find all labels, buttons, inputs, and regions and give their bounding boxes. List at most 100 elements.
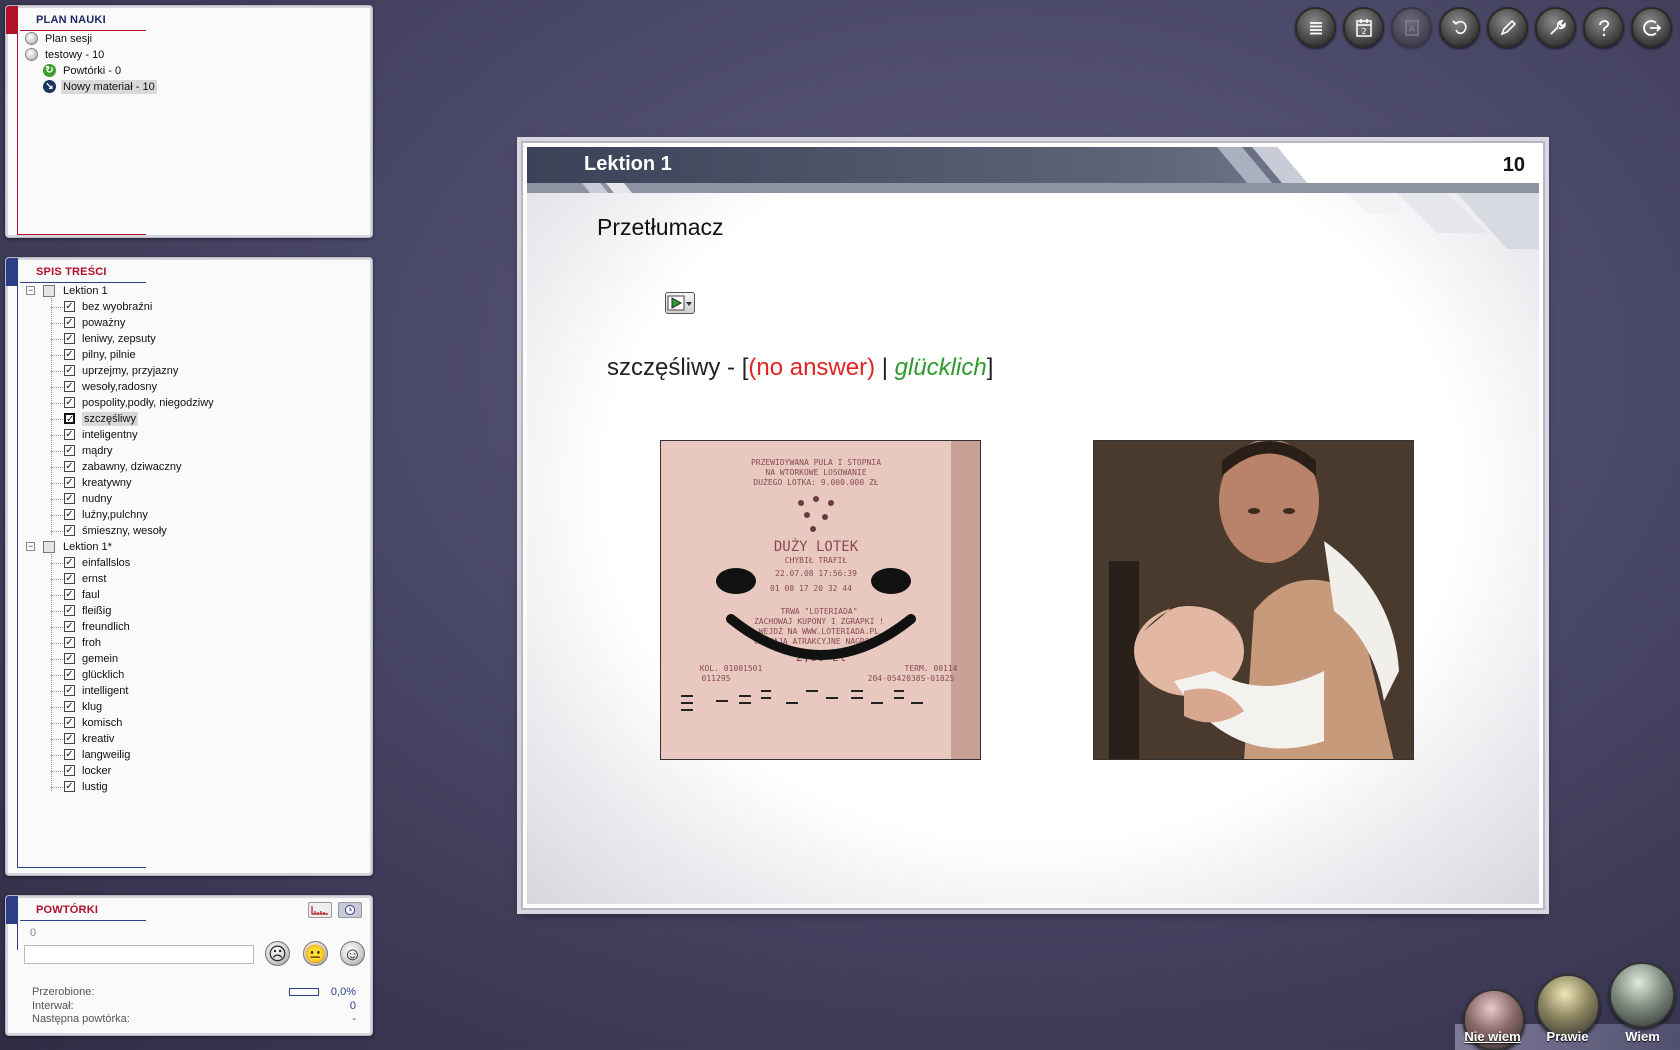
collapse-icon[interactable]: − <box>26 286 35 295</box>
tree-item[interactable]: ✓ zabawny, dziwaczny <box>64 460 314 474</box>
checkbox[interactable]: ✓ <box>64 557 75 568</box>
title-underline <box>20 920 146 921</box>
checkbox[interactable]: ✓ <box>64 781 75 792</box>
checkbox[interactable]: ✓ <box>64 605 75 616</box>
checkbox[interactable]: ✓ <box>64 525 75 536</box>
tree-item[interactable]: ✓ nudny <box>64 492 314 506</box>
tree-item[interactable]: ✓ pilny, pilnie <box>64 348 314 362</box>
happy-face-button[interactable]: ☺ <box>340 941 365 966</box>
tree-item[interactable]: ✓ fleißig <box>64 604 314 618</box>
checkbox[interactable]: ✓ <box>64 653 75 664</box>
tree-connector <box>51 675 63 676</box>
tree-item[interactable]: ✓ bez wyobraźni <box>64 300 314 314</box>
prawie-button[interactable]: Prawie <box>1530 972 1605 1050</box>
collapse-icon[interactable]: − <box>26 542 35 551</box>
ticket-text: NA WTORKOWE LOSOWANIE <box>765 468 866 477</box>
tree-item[interactable]: ✓ leniwy, zepsuty <box>64 332 314 346</box>
checkbox[interactable]: ✓ <box>64 637 75 648</box>
tree-item[interactable]: ✓ gemein <box>64 652 314 666</box>
checkbox[interactable]: ✓ <box>64 397 75 408</box>
tree-item[interactable]: ✓ pospolity,podły, niegodziwy <box>64 396 314 410</box>
checkbox[interactable]: ✓ <box>64 493 75 504</box>
panel-frame-left <box>17 282 18 867</box>
tree-item[interactable]: ✓ śmieszny, wesoły <box>64 524 314 538</box>
checkbox[interactable]: ✓ <box>64 717 75 728</box>
exit-button[interactable] <box>1631 7 1672 48</box>
checkbox[interactable]: ✓ <box>64 381 75 392</box>
sad-face-button[interactable]: ☹ <box>265 941 290 966</box>
checkbox[interactable]: ✓ <box>64 685 75 696</box>
tree-item[interactable]: ✓ inteligentny <box>64 428 314 442</box>
checkbox[interactable]: ✓ <box>64 589 75 600</box>
checkbox[interactable]: ✓ <box>64 429 75 440</box>
answer-input[interactable] <box>24 945 254 964</box>
tree-group-lekcja1[interactable]: − Lektion 1 <box>26 284 176 298</box>
checkbox[interactable]: ✓ <box>64 461 75 472</box>
answer-line: szczęśliwy - [(no answer) | glücklich] <box>607 354 993 382</box>
tree-item[interactable]: ✓ lustig <box>64 780 314 794</box>
header-stripes <box>1217 147 1307 183</box>
happy-ball-icon <box>1609 962 1675 1028</box>
checkbox[interactable]: ✓ <box>64 701 75 712</box>
checkbox[interactable]: ✓ <box>64 477 75 488</box>
tree-item[interactable]: ✓ langweilig <box>64 748 314 762</box>
tree-item[interactable]: ✓ wesoły,radosny <box>64 380 314 394</box>
tree-item[interactable]: ✓ kreatywny <box>64 476 314 490</box>
tree-item[interactable]: ✓ mądry <box>64 444 314 458</box>
checkbox[interactable]: ✓ <box>64 365 75 376</box>
checkbox[interactable]: ✓ <box>64 317 75 328</box>
checkbox[interactable]: ✓ <box>64 413 75 425</box>
tree-item[interactable]: ✓ kreativ <box>64 732 314 746</box>
nie-wiem-button[interactable]: Nie wiem <box>1455 985 1530 1050</box>
tree-item[interactable]: ✓ einfallslos <box>64 556 314 570</box>
checkbox[interactable]: ✓ <box>64 733 75 744</box>
tree-item[interactable]: ✓ locker <box>64 764 314 778</box>
tree-item[interactable]: ✓ freundlich <box>64 620 314 634</box>
chart-button[interactable] <box>308 902 332 918</box>
plan-item-plan-sesji[interactable]: Plan sesji <box>25 32 225 48</box>
tree-item[interactable]: ✓ glücklich <box>64 668 314 682</box>
refresh-icon: ↻ <box>43 64 56 77</box>
tree-item-label: langweilig <box>82 749 131 761</box>
calendar-button[interactable]: 2 <box>1343 7 1384 48</box>
help-button[interactable] <box>1583 7 1624 48</box>
mouse-button[interactable] <box>1439 7 1480 48</box>
tree-item[interactable]: ✓ luźny,pulchny <box>64 508 314 522</box>
tree-connector <box>51 531 63 532</box>
tree-item[interactable]: ✓ ernst <box>64 572 314 586</box>
plan-item-powtorki[interactable]: ↻ Powtórki - 0 <box>43 64 243 80</box>
plan-item-testowy[interactable]: testowy - 10 <box>25 48 225 64</box>
play-audio-button[interactable] <box>665 292 695 314</box>
tree-item[interactable]: ✓ szczęśliwy <box>64 412 314 426</box>
checkbox[interactable]: ✓ <box>64 333 75 344</box>
ticket-text: CHYBIŁ TRAFIŁ <box>785 556 848 565</box>
settings-button[interactable] <box>1535 7 1576 48</box>
tree-item[interactable]: ✓ komisch <box>64 716 314 730</box>
checkbox[interactable]: ✓ <box>64 509 75 520</box>
font-button[interactable]: A <box>1391 7 1432 48</box>
plan-item-nowy-material[interactable]: ↘ Nowy materiał - 10 <box>43 80 243 96</box>
tree-item[interactable]: ✓ faul <box>64 588 314 602</box>
stat-value: 0,0% <box>330 986 356 998</box>
neutral-face-button[interactable]: 😐 <box>303 941 328 966</box>
tree-item[interactable]: ✓ intelligent <box>64 684 314 698</box>
edit-button[interactable] <box>1487 7 1528 48</box>
tree-item-label: bez wyobraźni <box>82 301 153 313</box>
tree-item[interactable]: ✓ uprzejmy, przyjazny <box>64 364 314 378</box>
checkbox[interactable]: ✓ <box>64 301 75 312</box>
clock-button[interactable] <box>338 902 362 918</box>
checkbox[interactable]: ✓ <box>64 621 75 632</box>
tree-item-label: mądry <box>82 445 113 457</box>
checkbox[interactable]: ✓ <box>64 765 75 776</box>
checkbox[interactable]: ✓ <box>64 445 75 456</box>
checkbox[interactable]: ✓ <box>64 669 75 680</box>
wiem-button[interactable]: Wiem <box>1605 960 1680 1050</box>
checkbox[interactable]: ✓ <box>64 749 75 760</box>
tree-group-lekcja2[interactable]: − Lektion 1* <box>26 540 176 554</box>
checkbox[interactable]: ✓ <box>64 573 75 584</box>
checkbox[interactable]: ✓ <box>64 349 75 360</box>
tree-item[interactable]: ✓ poważny <box>64 316 314 330</box>
tree-item[interactable]: ✓ klug <box>64 700 314 714</box>
tree-item[interactable]: ✓ froh <box>64 636 314 650</box>
menu-button[interactable] <box>1295 7 1336 48</box>
